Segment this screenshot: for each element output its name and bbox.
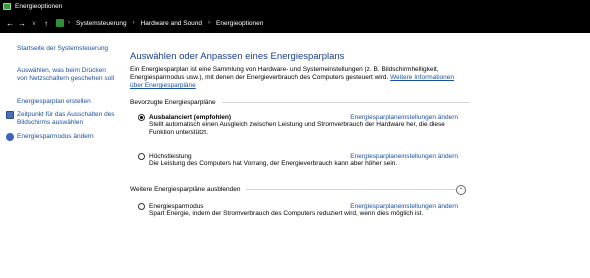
plan-power-saver: Energiesparmodus Energiesparplaneinstell… — [138, 203, 458, 218]
sidebar-item-create-plan[interactable]: Energiesparplan erstellen — [17, 98, 115, 106]
breadcrumb-separator-icon[interactable]: › — [133, 20, 135, 26]
monitor-icon — [6, 111, 14, 119]
plan-name[interactable]: Höchstleistung — [149, 153, 192, 160]
sidebar: Startseite der Systemsteuerung Auswählen… — [0, 33, 118, 278]
plan-balanced: Ausbalanciert (empfohlen) Energiesparpla… — [138, 114, 458, 137]
preferred-plans-label: Bevorzugte Energiesparpläne — [130, 99, 216, 106]
change-plan-settings-link[interactable]: Energiesparplaneinstellungen ändern — [350, 153, 458, 160]
plan-name[interactable]: Ausbalanciert (empfohlen) — [149, 114, 231, 121]
change-plan-settings-link[interactable]: Energiesparplaneinstellungen ändern — [350, 114, 458, 121]
preferred-plans-header: Bevorzugte Energiesparpläne — [130, 99, 470, 106]
up-arrow-icon[interactable]: ↑ — [40, 16, 52, 30]
breadcrumb-separator-icon[interactable]: › — [68, 20, 70, 26]
divider — [221, 102, 470, 103]
intro-paragraph: Ein Energiesparplan ist eine Sammlung vo… — [130, 66, 460, 90]
breadcrumb-hardware-and-sound[interactable]: Hardware and Sound — [141, 20, 202, 27]
plan-high-performance: Höchstleistung Energiesparplaneinstellun… — [138, 153, 458, 168]
plan-high-performance-radio[interactable] — [138, 153, 145, 160]
sidebar-item-label: Energiesparmodus ändern — [17, 133, 94, 140]
radio-selected-dot — [140, 116, 143, 119]
sidebar-item-power-buttons[interactable]: Auswählen, was beim Drücken von Netzscha… — [17, 67, 115, 83]
breadcrumb-separator-icon[interactable]: › — [208, 20, 210, 26]
plan-description: Spart Energie, indem der Stromverbrauch … — [149, 210, 424, 217]
plan-power-saver-radio[interactable] — [138, 203, 145, 210]
sidebar-item-sleep-mode[interactable]: Energiesparmodus ändern — [6, 133, 116, 141]
breadcrumb: › Systemsteuerung › Hardware and Sound ›… — [56, 19, 263, 27]
window-title: Energieoptionen — [15, 3, 63, 10]
window-titlebar: Energieoptionen — [0, 0, 590, 13]
plan-description: Die Leistung des Computers hat Vorrang, … — [149, 160, 398, 167]
breadcrumb-energieoptionen[interactable]: Energieoptionen — [216, 20, 263, 27]
globe-icon — [6, 133, 14, 141]
more-plans-label: Weitere Energiesparpläne ausblenden — [130, 186, 241, 193]
plan-balanced-radio[interactable] — [138, 114, 145, 121]
address-bar: ← → ∨ ↑ › Systemsteuerung › Hardware and… — [0, 13, 590, 33]
back-arrow-icon[interactable]: ← — [4, 16, 16, 30]
change-plan-settings-link[interactable]: Energiesparplaneinstellungen ändern — [350, 203, 458, 210]
plan-name[interactable]: Energiesparmodus — [149, 203, 204, 210]
main-content: Auswählen oder Anpassen eines Energiespa… — [130, 33, 590, 278]
sidebar-item-display-off-time[interactable]: Zeitpunkt für das Ausschalten des Bildsc… — [6, 111, 116, 127]
power-options-app-icon — [3, 3, 11, 10]
chevron-up-icon[interactable]: ⌃ — [456, 185, 466, 195]
breadcrumb-systemsteuerung[interactable]: Systemsteuerung — [76, 20, 127, 27]
sidebar-item-control-panel-home[interactable]: Startseite der Systemsteuerung — [17, 45, 115, 53]
control-panel-icon — [56, 19, 64, 27]
more-plans-header[interactable]: Weitere Energiesparpläne ausblenden — [130, 186, 470, 193]
plan-description: Stellt automatisch einen Ausgleich zwisc… — [149, 121, 445, 136]
sidebar-item-label: Zeitpunkt für das Ausschalten des Bildsc… — [17, 111, 115, 126]
forward-arrow-icon[interactable]: → — [16, 16, 28, 30]
page-title: Auswählen oder Anpassen eines Energiespa… — [130, 51, 345, 62]
divider — [246, 189, 458, 190]
recent-locations-chevron-icon[interactable]: ∨ — [28, 16, 40, 30]
